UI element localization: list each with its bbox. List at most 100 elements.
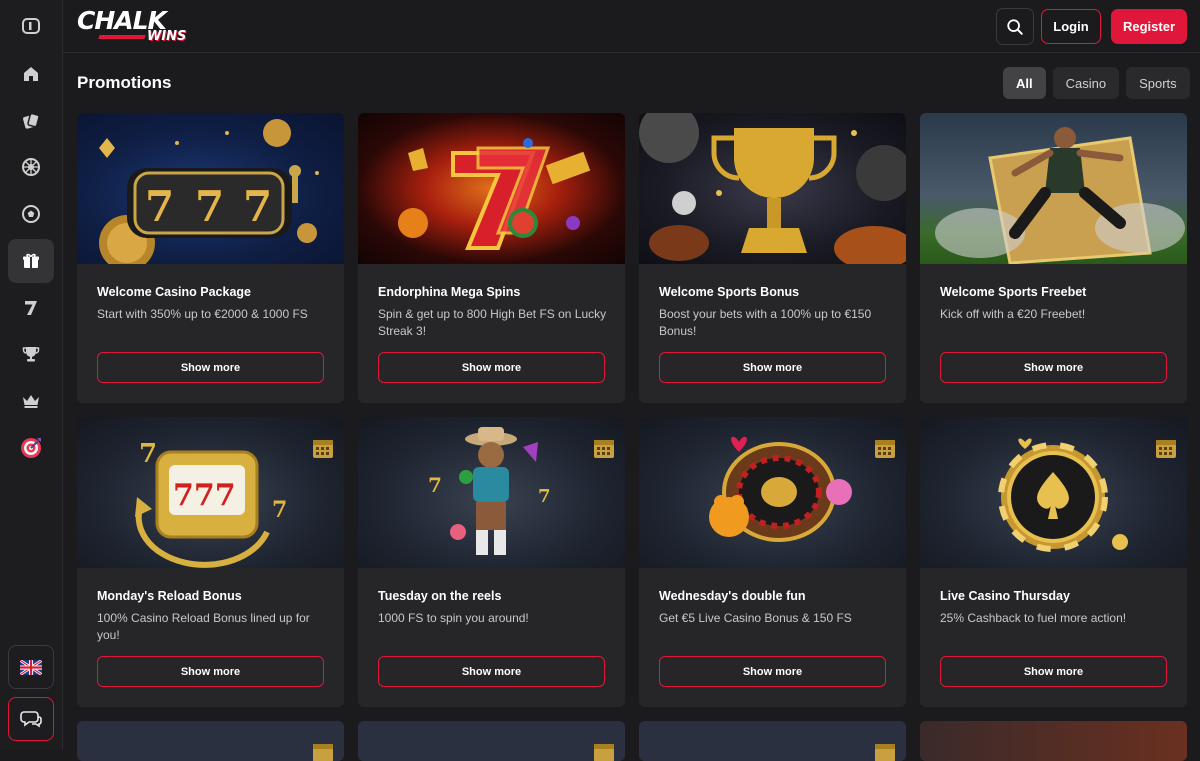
sidebar-toggle-button[interactable] <box>8 4 54 48</box>
promo-card[interactable]: 7 7 7 Welcome Casino Package Start with … <box>77 113 344 403</box>
promo-image <box>77 721 344 761</box>
sidebar-toggle-icon <box>22 18 40 34</box>
show-more-button[interactable]: Show more <box>659 352 886 383</box>
svg-text:7: 7 <box>139 439 157 469</box>
top-header: CHALK WINS Login Register <box>63 0 1200 53</box>
calendar-icon <box>594 440 614 458</box>
promo-image-cowboy: 7 7 <box>358 417 625 568</box>
calendar-icon <box>875 744 895 761</box>
promo-card[interactable] <box>77 721 344 761</box>
calendar-icon <box>313 744 333 761</box>
page-title: Promotions <box>77 73 172 92</box>
promo-card[interactable]: 777 7 7 Monday's Reload Bonus 100% Casin… <box>77 417 344 707</box>
promo-card[interactable]: Live Casino Thursday 25% Cashback to fue… <box>920 417 1187 707</box>
svg-text:7: 7 <box>195 182 224 231</box>
soccer-ball-icon <box>22 205 40 223</box>
filter-tab-all[interactable]: All <box>1003 67 1046 99</box>
calendar-icon <box>875 440 895 458</box>
sidebar-item-casino[interactable] <box>8 99 54 143</box>
svg-text:7: 7 <box>538 486 551 507</box>
svg-text:7: 7 <box>428 473 442 497</box>
target-icon <box>21 438 41 458</box>
sidebar <box>0 0 63 750</box>
promo-description: Spin & get up to 800 High Bet FS on Luck… <box>378 307 607 338</box>
filter-tab-sports[interactable]: Sports <box>1126 67 1190 99</box>
sidebar-item-tournaments[interactable] <box>8 332 54 376</box>
register-button[interactable]: Register <box>1111 9 1187 44</box>
show-more-button[interactable]: Show more <box>940 352 1167 383</box>
calendar-icon <box>1156 440 1176 458</box>
sidebar-item-home[interactable] <box>8 52 54 96</box>
calendar-icon <box>594 744 614 761</box>
sidebar-item-challenges[interactable] <box>8 426 54 470</box>
logo-text-bottom: WINS <box>147 29 187 44</box>
promo-card[interactable]: Endorphina Mega Spins Spin & get up to 8… <box>358 113 625 403</box>
sidebar-item-promotions[interactable] <box>8 239 54 283</box>
promo-description: Get €5 Live Casino Bonus & 150 FS <box>659 611 852 625</box>
casino-chips-icon <box>23 112 40 129</box>
svg-text:7: 7 <box>145 182 174 231</box>
calendar-icon <box>313 440 333 458</box>
promo-description: Kick off with a €20 Freebet! <box>940 307 1086 321</box>
promo-card[interactable] <box>639 721 906 761</box>
promo-title: Welcome Casino Package <box>97 285 252 299</box>
sidebar-item-sports[interactable] <box>8 192 54 236</box>
show-more-button[interactable]: Show more <box>97 656 324 687</box>
promo-title: Live Casino Thursday <box>940 589 1070 603</box>
promo-card[interactable] <box>920 721 1187 761</box>
trophy-icon <box>22 347 40 362</box>
promo-card[interactable]: Wednesday's double fun Get €5 Live Casin… <box>639 417 906 707</box>
promo-image <box>358 721 625 761</box>
promo-card[interactable]: 7 7 Tuesday on the reels 1000 FS to spin… <box>358 417 625 707</box>
chat-icon <box>20 711 42 728</box>
svg-text:7: 7 <box>272 497 287 523</box>
promo-title: Welcome Sports Freebet <box>940 285 1087 299</box>
sidebar-item-live-casino[interactable] <box>8 145 54 189</box>
promo-title: Wednesday's double fun <box>659 589 806 603</box>
seven-icon <box>25 301 37 315</box>
promo-description: Start with 350% up to €2000 & 1000 FS <box>97 307 308 321</box>
uk-flag-icon <box>20 659 42 675</box>
promo-image-lucky-seven <box>358 113 625 264</box>
show-more-button[interactable]: Show more <box>940 656 1167 687</box>
promo-filter-tabs: All Casino Sports <box>1003 67 1190 99</box>
promo-title: Welcome Sports Bonus <box>659 285 800 299</box>
sidebar-item-slots[interactable] <box>8 286 54 330</box>
promo-image <box>920 721 1187 761</box>
promo-card[interactable] <box>358 721 625 761</box>
promo-card[interactable]: Welcome Sports Freebet Kick off with a €… <box>920 113 1187 403</box>
login-button[interactable]: Login <box>1041 9 1101 44</box>
filter-tab-casino[interactable]: Casino <box>1052 67 1120 99</box>
search-button[interactable] <box>996 8 1034 45</box>
show-more-button[interactable]: Show more <box>97 352 324 383</box>
promo-title: Endorphina Mega Spins <box>378 285 521 299</box>
promo-description: 1000 FS to spin you around! <box>378 611 529 625</box>
promo-image-reload-slot: 777 7 7 <box>77 417 344 568</box>
promo-image-football-player <box>920 113 1187 264</box>
language-selector[interactable] <box>8 645 54 689</box>
chat-button[interactable] <box>8 697 54 741</box>
promo-description: 25% Cashback to fuel more action! <box>940 611 1127 625</box>
sidebar-item-vip[interactable] <box>8 379 54 423</box>
promo-image <box>639 721 906 761</box>
promo-description: 100% Casino Reload Bonus lined up for yo… <box>97 611 310 642</box>
show-more-button[interactable]: Show more <box>378 656 605 687</box>
svg-text:777: 777 <box>173 478 236 513</box>
promo-title: Monday's Reload Bonus <box>97 589 242 603</box>
brand-logo[interactable]: CHALK WINS <box>77 6 192 46</box>
promo-image-slot-machine: 7 7 7 <box>77 113 344 264</box>
crown-icon <box>23 395 39 408</box>
gift-icon <box>23 253 39 268</box>
promo-image-roulette <box>639 417 906 568</box>
svg-text:7: 7 <box>243 182 272 231</box>
show-more-button[interactable]: Show more <box>659 656 886 687</box>
home-icon <box>24 67 38 81</box>
promo-image-trophy <box>639 113 906 264</box>
promo-image-casino-chip <box>920 417 1187 568</box>
promo-card[interactable]: Welcome Sports Bonus Boost your bets wit… <box>639 113 906 403</box>
promo-title: Tuesday on the reels <box>378 589 502 603</box>
search-icon <box>1007 18 1023 35</box>
roulette-icon <box>22 158 40 176</box>
promo-description: Boost your bets with a 100% up to €150 B… <box>659 307 872 338</box>
show-more-button[interactable]: Show more <box>378 352 605 383</box>
